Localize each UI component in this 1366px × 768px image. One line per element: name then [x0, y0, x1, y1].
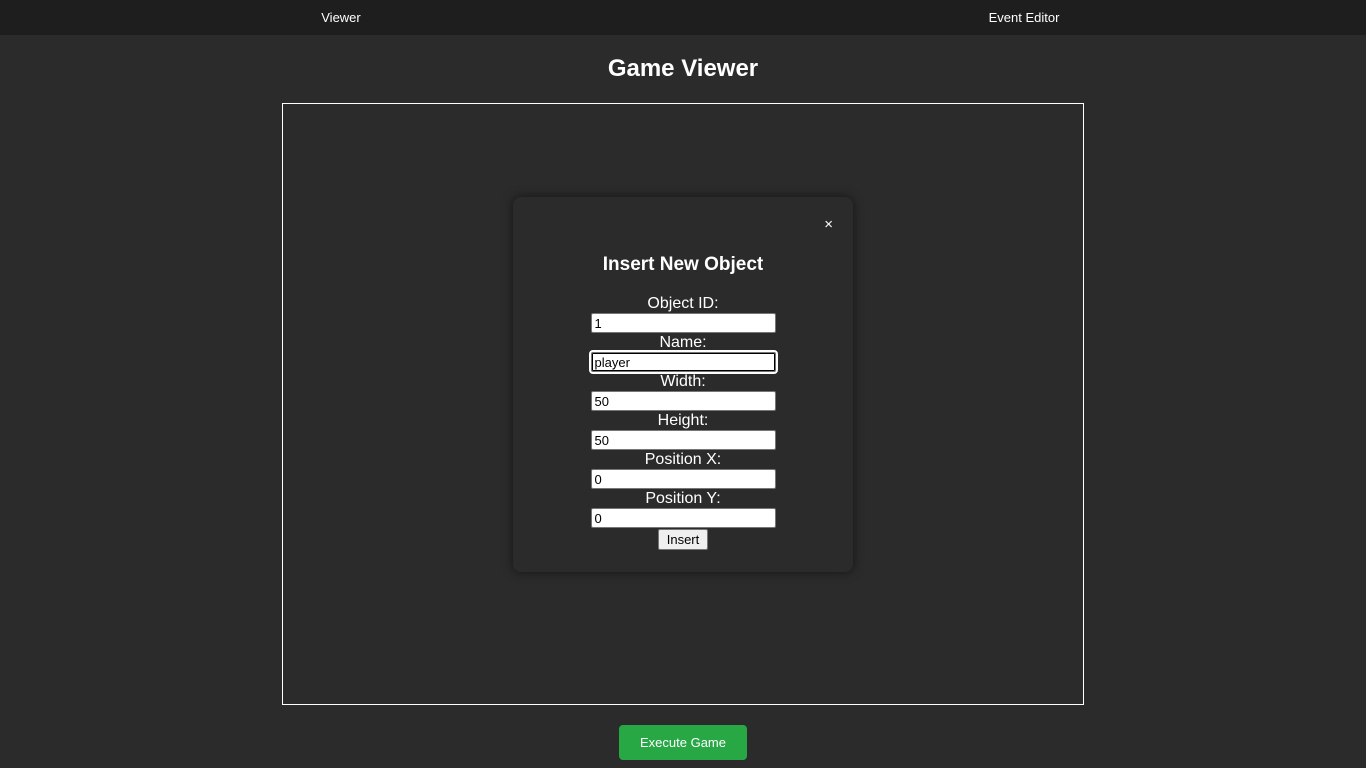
height-label: Height:	[657, 412, 709, 429]
name-label: Name:	[659, 334, 707, 351]
height-input[interactable]	[590, 430, 776, 450]
position-x-input[interactable]	[590, 469, 776, 489]
width-input[interactable]	[590, 391, 776, 411]
insert-button[interactable]: Insert	[657, 529, 709, 550]
width-label: Width:	[660, 373, 706, 390]
position-x-label: Position X:	[644, 451, 722, 468]
insert-object-form: Object ID: Name: Width: Height: Position…	[513, 294, 853, 550]
page-title: Game Viewer	[607, 55, 759, 82]
object-id-input[interactable]	[590, 313, 776, 333]
object-id-label: Object ID:	[647, 295, 719, 312]
close-icon[interactable]: ×	[824, 215, 833, 235]
top-nav: Viewer Event Editor	[0, 0, 1366, 35]
insert-object-modal: × Insert New Object Object ID: Name: Wid…	[513, 197, 853, 572]
nav-viewer-link[interactable]: Viewer	[321, 0, 361, 35]
nav-event-editor-link[interactable]: Event Editor	[989, 0, 1060, 35]
name-input[interactable]	[588, 350, 778, 374]
position-y-input[interactable]	[590, 508, 776, 528]
execute-game-button[interactable]: Execute Game	[619, 725, 747, 760]
modal-title: Insert New Object	[602, 254, 764, 275]
position-y-label: Position Y:	[645, 490, 721, 507]
